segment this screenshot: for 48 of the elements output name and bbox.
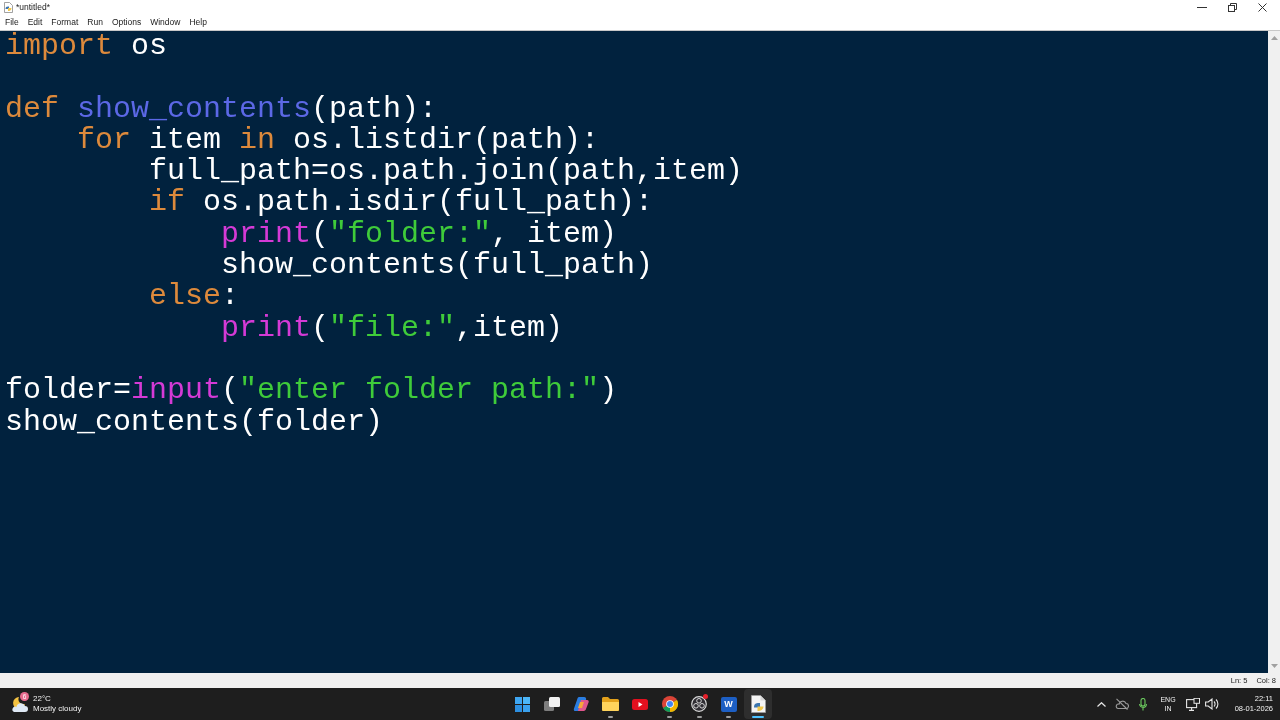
minimize-icon — [1197, 6, 1207, 8]
menu-item[interactable]: Help — [189, 16, 207, 28]
folder-icon — [602, 697, 619, 711]
code-editor[interactable] — [0, 30, 1280, 673]
speaker-icon — [1205, 698, 1219, 710]
restore-icon — [1227, 2, 1237, 12]
weather-condition: Mostly cloudy — [33, 704, 82, 714]
weather-temperature: 22°C — [33, 694, 52, 704]
code-line: print("file:",item) — [221, 312, 564, 344]
menu-item[interactable]: Window — [150, 16, 181, 28]
letter-tile-icon: W — [720, 696, 737, 712]
running-indicator-icon — [696, 716, 702, 718]
code-line: show_contents(folder) — [5, 406, 384, 438]
menu-item[interactable]: Edit — [27, 16, 43, 28]
notification-dot-icon — [703, 694, 708, 699]
swirl-icon — [573, 696, 589, 712]
running-indicator-icon — [667, 716, 672, 718]
running-indicator-icon — [608, 716, 613, 718]
cloud-moon-icon[interactable] — [10, 695, 30, 713]
chevron-up-icon — [1096, 701, 1106, 707]
menu-item[interactable]: File — [5, 16, 19, 28]
taskbar-app-button[interactable]: W — [714, 689, 743, 719]
running-indicator-icon — [752, 716, 764, 718]
cloud-off-icon — [1115, 698, 1129, 710]
close-icon — [1257, 2, 1267, 12]
script-file-icon — [750, 695, 766, 713]
windows-logo-icon — [514, 696, 530, 712]
code-line: print("folder:", item) — [221, 218, 618, 251]
taskbar-app-button[interactable] — [744, 689, 772, 719]
window-title: *untitled* — [16, 2, 51, 12]
code-line: folder=input("enter folder path:") — [5, 375, 618, 407]
code-line: show_contents(full_path) — [221, 250, 654, 282]
menu-item[interactable]: Run — [87, 16, 103, 28]
code-line: else: — [149, 281, 240, 313]
network-icon — [1186, 697, 1200, 711]
menu-item[interactable]: Options — [111, 16, 142, 28]
running-indicator-icon — [726, 716, 731, 718]
task-view-icon — [543, 697, 560, 711]
code-line: def show_contents(path): — [5, 93, 438, 125]
microphone-icon — [1139, 697, 1147, 711]
play-icon — [632, 698, 648, 710]
code-line: for item in os.listdir(path): — [77, 124, 600, 157]
aperture-icon — [691, 696, 707, 712]
code-line: if os.path.isdir(full_path): — [149, 187, 654, 219]
code-line: full_path=os.path.join(path,item) — [149, 156, 744, 188]
menu-item[interactable]: Format — [51, 16, 79, 28]
code-line: import os — [5, 31, 168, 63]
browser-icon — [661, 696, 678, 712]
